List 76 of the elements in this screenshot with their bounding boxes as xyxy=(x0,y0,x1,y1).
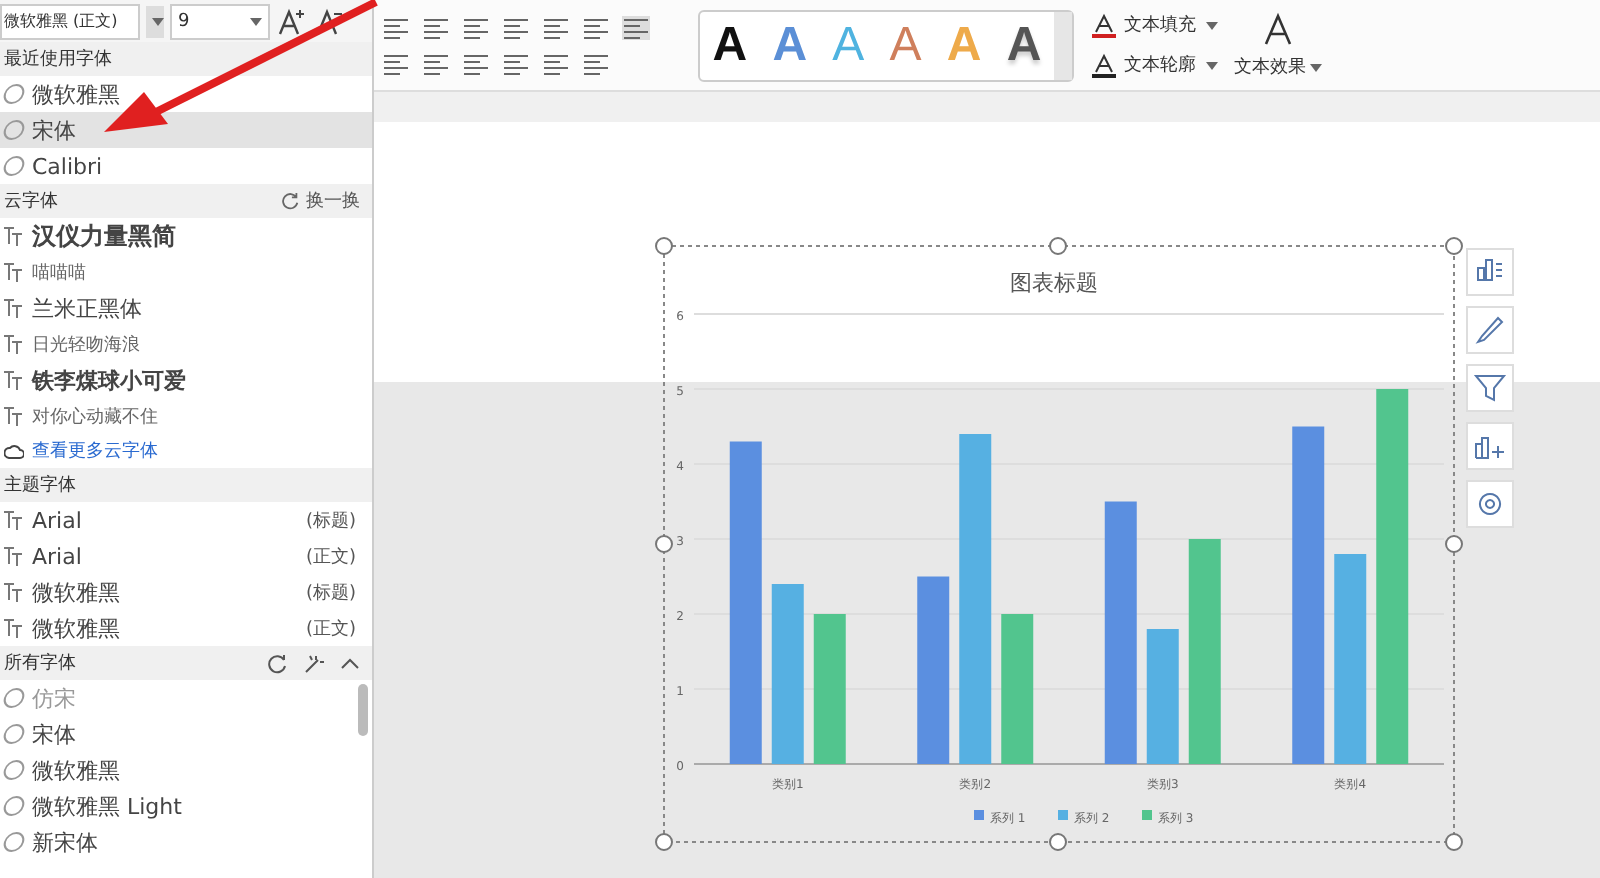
resize-handle[interactable] xyxy=(1445,833,1463,851)
scrollbar-thumb[interactable] xyxy=(358,684,368,736)
font-type-icon xyxy=(4,262,24,282)
cloud-icon xyxy=(4,441,24,461)
text-fill-button[interactable]: 文本填充 xyxy=(1090,11,1218,39)
font-type-icon xyxy=(4,406,24,426)
text-effect-button[interactable]: 文本效果 xyxy=(1234,10,1322,80)
font-list-item[interactable]: 微软雅黑 Light xyxy=(0,788,372,824)
section-title: 所有字体 xyxy=(4,651,76,676)
font-list-item[interactable]: 宋体 xyxy=(0,112,372,148)
caret-icon xyxy=(1206,61,1218,69)
font-type-icon xyxy=(1,120,27,140)
filter-icon[interactable] xyxy=(1472,370,1508,406)
font-type-icon xyxy=(4,370,24,390)
resize-handle[interactable] xyxy=(1445,237,1463,255)
text-outline-icon xyxy=(1090,51,1118,79)
text-style-button[interactable]: A xyxy=(712,19,748,71)
caret-icon xyxy=(1310,64,1322,72)
font-list-item[interactable]: 微软雅黑 xyxy=(0,76,372,112)
section-title: 最近使用字体 xyxy=(4,47,112,72)
font-type-icon xyxy=(1,832,27,852)
text-fill-icon xyxy=(1090,11,1118,39)
font-size-field[interactable]: 9 xyxy=(170,3,270,39)
caret-icon xyxy=(1206,21,1218,29)
font-list-item[interactable]: 喵喵喵 xyxy=(0,254,372,290)
collapse-icon[interactable] xyxy=(340,653,360,673)
font-list-item[interactable]: 铁李煤球小可爱 xyxy=(0,362,372,398)
font-type-icon xyxy=(4,618,24,638)
more-fonts-link[interactable]: 查看更多云字体 xyxy=(0,434,372,468)
font-list-item[interactable]: 微软雅黑 (标题) xyxy=(0,574,372,610)
resize-handle[interactable] xyxy=(655,237,673,255)
align-left-icon[interactable] xyxy=(622,15,650,39)
font-list-item[interactable]: 日光轻吻海浪 xyxy=(0,326,372,362)
caret-icon xyxy=(151,17,163,25)
font-type-icon xyxy=(1,760,27,780)
font-list-item[interactable]: 宋体 xyxy=(0,716,372,752)
font-list-item[interactable]: 兰米正黑体 xyxy=(0,290,372,326)
refresh-icon xyxy=(282,192,300,210)
font-type-icon xyxy=(4,546,24,566)
font-type-icon xyxy=(1,156,27,176)
font-grow-icon[interactable] xyxy=(276,5,308,37)
dropdown-button[interactable] xyxy=(146,5,164,37)
section-title: 主题字体 xyxy=(4,473,76,498)
bar xyxy=(1146,629,1179,764)
refresh-icon[interactable] xyxy=(268,653,288,673)
font-type-icon xyxy=(4,334,24,354)
font-list-item[interactable]: Calibri xyxy=(0,148,372,184)
font-list-item[interactable]: 新宋体 xyxy=(0,824,372,860)
font-name-field[interactable]: 微软雅黑 (正文) xyxy=(0,3,140,39)
font-list-item[interactable]: Arial (正文) xyxy=(0,538,372,574)
text-outline-button[interactable]: 文本轮廓 xyxy=(1090,51,1218,79)
font-type-icon xyxy=(4,226,24,246)
font-list-item[interactable]: 微软雅黑 (正文) xyxy=(0,610,372,646)
font-type-icon xyxy=(1,724,27,744)
font-list-item[interactable]: 对你心动藏不住 xyxy=(0,398,372,434)
caret-icon xyxy=(250,17,262,25)
resize-handle[interactable] xyxy=(1049,833,1067,851)
resize-handle[interactable] xyxy=(655,535,673,553)
text-style-button[interactable]: A xyxy=(1006,19,1042,71)
resize-handle[interactable] xyxy=(1049,237,1067,255)
font-type-icon xyxy=(1,688,27,708)
resize-handle[interactable] xyxy=(655,833,673,851)
font-type-icon xyxy=(4,510,24,530)
chart-title: 图表标题 xyxy=(1010,270,1098,296)
font-type-icon xyxy=(4,582,24,602)
font-type-icon xyxy=(4,298,24,318)
magic-wand-icon[interactable] xyxy=(304,653,324,673)
font-list-item[interactable]: 汉仪力量黑简 xyxy=(0,218,372,254)
font-list-item[interactable]: 微软雅黑 xyxy=(0,752,372,788)
refresh-link[interactable]: 换一换 xyxy=(282,188,360,214)
resize-handle[interactable] xyxy=(1445,535,1463,553)
section-title: 云字体 xyxy=(4,189,58,214)
brush-icon[interactable] xyxy=(1472,312,1508,348)
font-type-icon xyxy=(1,84,27,104)
font-type-icon xyxy=(1,796,27,816)
font-list-item[interactable]: Arial (标题) xyxy=(0,502,372,538)
